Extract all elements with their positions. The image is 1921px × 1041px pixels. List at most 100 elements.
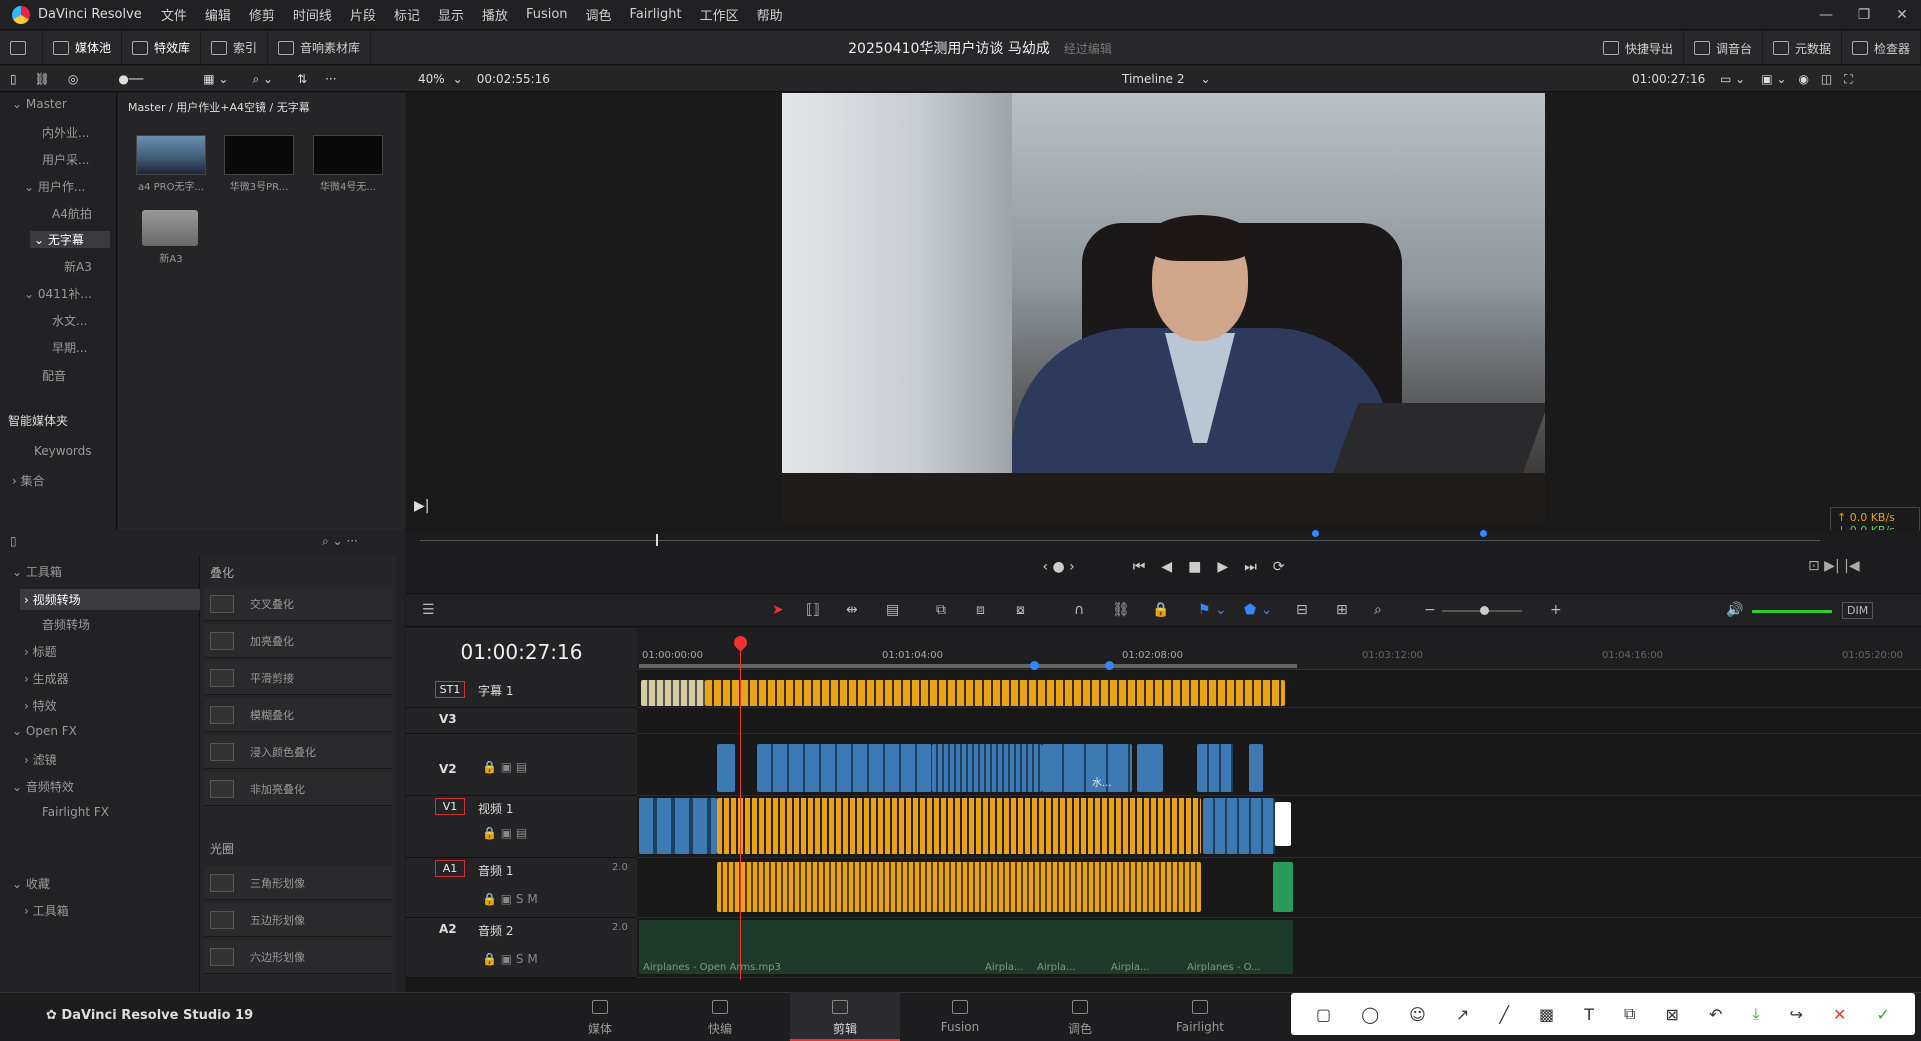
viewer-scrubber[interactable]: [406, 530, 1921, 552]
sound-library-button[interactable]: 音响素材库: [268, 30, 372, 65]
fullscreen-icon[interactable]: ⛶: [1844, 72, 1852, 87]
tree-item[interactable]: ⌄ 0411补...: [24, 285, 92, 302]
undo-icon[interactable]: ↶: [1709, 1005, 1722, 1024]
dynamic-trim-icon[interactable]: ⇹: [846, 602, 858, 618]
play-to-end-icon[interactable]: ▶|: [414, 498, 429, 514]
menu-clip[interactable]: 片段: [350, 5, 376, 24]
clip-thumbnail[interactable]: [313, 135, 383, 175]
page-cut[interactable]: 快编: [670, 992, 770, 1041]
fx-item[interactable]: 非加亮叠化: [204, 772, 392, 806]
confirm-icon[interactable]: ✓: [1876, 1005, 1889, 1024]
page-edit[interactable]: 剪辑: [790, 992, 900, 1041]
zoom-slider-handle[interactable]: [1480, 606, 1489, 615]
zoom-select[interactable]: 40%: [418, 72, 445, 86]
fx-tree-item[interactable]: 音频转场: [42, 616, 90, 633]
fx-tree-item[interactable]: ⌄ 工具箱: [12, 563, 62, 580]
tree-item[interactable]: A4航拍: [52, 205, 92, 222]
zoom-custom-icon[interactable]: ⌕: [1374, 602, 1382, 618]
marker-dot[interactable]: [1030, 661, 1039, 670]
quick-export-button[interactable]: 快捷导出: [1593, 31, 1684, 65]
video-clip-labeled[interactable]: 水...: [1042, 744, 1132, 792]
close-icon[interactable]: ✕: [1883, 7, 1921, 23]
go-to-end-icon[interactable]: ⏭: [1244, 559, 1257, 575]
rectangle-icon[interactable]: ▢: [1316, 1005, 1331, 1024]
fx-sidebar-toggle-icon[interactable]: ▯: [10, 534, 17, 548]
fx-tree-item[interactable]: Fairlight FX: [42, 805, 109, 819]
video-clip[interactable]: [1249, 744, 1263, 792]
filter-icon[interactable]: ◎: [68, 72, 78, 86]
timeline-ruler[interactable]: [637, 628, 1921, 670]
playhead[interactable]: [740, 640, 741, 980]
viewer-frame[interactable]: [782, 93, 1545, 523]
fx-tree-item[interactable]: ⌄ 音频特效: [12, 778, 74, 795]
tree-item[interactable]: 配音: [42, 367, 66, 384]
jog-icon[interactable]: ‹ ● ›: [1042, 559, 1074, 575]
overwrite-clip-icon[interactable]: ⧈: [976, 602, 985, 618]
search-icon[interactable]: ⌕ ⌄: [252, 72, 273, 87]
thumb-size-slider[interactable]: ●──: [118, 72, 143, 86]
emoji-icon[interactable]: ☺: [1409, 1005, 1426, 1024]
fx-item[interactable]: 三角形划像: [204, 866, 392, 900]
fx-tree-item[interactable]: › 特效: [24, 697, 57, 714]
overlay-icon[interactable]: ▣ ⌄: [1761, 72, 1786, 86]
track-badge[interactable]: A1: [435, 860, 465, 877]
more-options-icon[interactable]: ···: [325, 72, 336, 86]
tree-item-selected[interactable]: ⌄ 无字幕: [30, 231, 110, 248]
fx-tree-item[interactable]: › 标题: [24, 643, 57, 660]
text-icon[interactable]: T: [1584, 1005, 1594, 1024]
timeline-selector[interactable]: Timeline 2 ⌄: [1122, 66, 1211, 92]
page-media[interactable]: 媒体: [550, 992, 650, 1041]
menu-trim[interactable]: 修剪: [249, 5, 275, 24]
mosaic-icon[interactable]: ▩: [1539, 1005, 1554, 1024]
circle-icon[interactable]: ◯: [1361, 1005, 1379, 1024]
layout-toggle[interactable]: [0, 30, 43, 65]
fx-item[interactable]: 模糊叠化: [204, 698, 392, 732]
share-icon[interactable]: ↪: [1790, 1005, 1803, 1024]
folder-icon[interactable]: [142, 210, 198, 246]
metadata-button[interactable]: 元数据: [1763, 31, 1842, 65]
tree-item-master[interactable]: ⌄ Master: [12, 97, 67, 111]
go-to-start-icon[interactable]: ⏮: [1133, 559, 1146, 575]
pin-icon[interactable]: ⧉: [1624, 1004, 1635, 1024]
smart-bin-keywords[interactable]: Keywords: [34, 444, 92, 458]
clip-thumbnail[interactable]: [224, 135, 294, 175]
zoom-full-icon[interactable]: ⊟: [1296, 602, 1308, 618]
cancel-icon[interactable]: ✕: [1833, 1005, 1846, 1024]
timeline-options-icon[interactable]: ☰: [422, 602, 435, 618]
page-fusion[interactable]: Fusion: [910, 992, 1010, 1041]
blade-tool-icon[interactable]: ▤: [886, 602, 899, 618]
menu-edit[interactable]: 编辑: [205, 5, 231, 24]
video-clip[interactable]: [1203, 798, 1275, 854]
menu-help[interactable]: 帮助: [757, 5, 783, 24]
track-lock-icon[interactable]: 🔒 ▣ ▤: [482, 826, 527, 840]
menu-fusion[interactable]: Fusion: [526, 7, 568, 22]
zoom-in-icon[interactable]: +: [1550, 602, 1562, 618]
video-clip[interactable]: [757, 744, 932, 792]
flag-icon[interactable]: ⚑ ⌄: [1198, 602, 1227, 618]
track-badge[interactable]: ST1: [435, 681, 465, 698]
save-icon[interactable]: ⤓: [1752, 1004, 1759, 1024]
effects-library-button[interactable]: 特效库: [122, 30, 202, 65]
track-badge[interactable]: V1: [435, 798, 465, 815]
chevron-down-icon[interactable]: ⌄: [453, 72, 463, 86]
maximize-icon[interactable]: ❐: [1845, 7, 1883, 23]
tree-item[interactable]: 用户采...: [42, 151, 89, 168]
color-icon[interactable]: ◉: [1798, 72, 1808, 86]
zoom-detail-icon[interactable]: ⊞: [1336, 602, 1348, 618]
audio-clip[interactable]: [717, 862, 1201, 912]
fx-item[interactable]: 平滑剪接: [204, 661, 392, 695]
clip-thumbnail[interactable]: [136, 135, 206, 175]
video-clip-selected[interactable]: [1275, 802, 1291, 846]
menu-color[interactable]: 调色: [586, 5, 612, 24]
marker-dot[interactable]: [1105, 661, 1114, 670]
stop-icon[interactable]: ■: [1188, 559, 1201, 575]
fx-tree-item[interactable]: ⌄ 收藏: [12, 875, 50, 892]
match-frame-icon[interactable]: ⊡ ▶| |◀: [1808, 558, 1860, 574]
play-icon[interactable]: ▶: [1217, 559, 1228, 575]
scrub-handle[interactable]: [656, 534, 658, 546]
pen-icon[interactable]: ╱: [1499, 1005, 1509, 1024]
menu-mark[interactable]: 标记: [394, 5, 420, 24]
replace-clip-icon[interactable]: ⧇: [1016, 602, 1025, 618]
sort-icon[interactable]: ⇅: [297, 72, 307, 86]
step-back-icon[interactable]: ◀: [1161, 559, 1172, 575]
